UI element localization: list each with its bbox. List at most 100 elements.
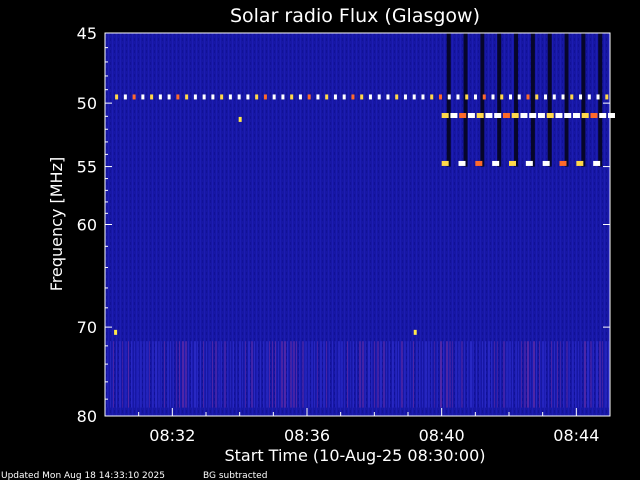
interference-stripe <box>329 341 330 408</box>
interference-stripe <box>386 341 387 408</box>
narrowband-mark <box>465 94 469 100</box>
interference-stripe <box>359 341 361 408</box>
interference-stripe <box>470 341 472 408</box>
interference-stripe <box>524 341 526 408</box>
interference-stripe <box>239 341 241 408</box>
narrowband-mark <box>123 94 127 100</box>
interference-stripe <box>539 341 540 408</box>
interference-stripe <box>467 341 468 408</box>
narrowband-mark <box>438 94 442 100</box>
narrowband-mark <box>342 94 346 100</box>
interference-stripe <box>443 341 444 408</box>
interference-stripe <box>374 341 375 408</box>
narrowband-mark <box>237 94 241 100</box>
interference-stripe <box>401 341 403 408</box>
y-tick-label: 60 <box>77 216 97 235</box>
interference-stripe <box>134 341 135 408</box>
interference-stripe <box>275 341 276 408</box>
interference-stripe <box>452 341 453 408</box>
narrowband-mark <box>115 94 119 100</box>
narrowband-mark <box>511 113 519 119</box>
interference-stripe <box>254 341 255 408</box>
narrowband-mark <box>529 113 537 119</box>
interference-stripe <box>530 341 531 408</box>
narrowband-mark <box>360 94 364 100</box>
interference-stripe <box>428 341 430 408</box>
narrowband-mark <box>325 94 329 100</box>
interference-stripe <box>587 341 589 408</box>
broadband-stripe <box>463 33 468 167</box>
narrowband-mark <box>412 94 416 100</box>
interference-stripe <box>512 341 513 408</box>
interference-stripe <box>449 341 451 408</box>
interference-stripe <box>119 341 121 408</box>
interference-stripe <box>419 341 420 408</box>
interference-stripe <box>494 341 495 408</box>
y-tick-label: 45 <box>77 24 97 43</box>
interference-stripe <box>410 341 411 408</box>
broadband-stripe <box>480 33 485 167</box>
interference-stripe <box>110 341 111 408</box>
broadband-stripe <box>446 33 451 167</box>
interference-stripe <box>317 341 318 408</box>
interference-stripe <box>188 341 189 408</box>
narrowband-mark <box>561 94 565 100</box>
interference-stripe <box>593 341 594 408</box>
interference-stripe <box>257 341 258 408</box>
footer-updated: Updated Mon Aug 18 14:33:10 2025 <box>1 471 165 480</box>
interference-stripe <box>368 341 370 408</box>
interference-stripe <box>320 341 322 408</box>
interference-stripe <box>122 341 123 408</box>
narrowband-mark <box>150 94 154 100</box>
interference-stripe <box>533 341 535 408</box>
interference-stripe <box>545 341 546 408</box>
narrowband-mark <box>500 94 504 100</box>
interference-stripe <box>164 341 165 408</box>
interference-stripe <box>356 341 357 408</box>
narrowband-mark <box>491 94 495 100</box>
interference-stripe <box>518 341 519 408</box>
interference-stripe <box>608 341 609 408</box>
interference-stripe <box>581 341 582 408</box>
x-tick-label: 08:36 <box>284 426 330 445</box>
interference-stripe <box>362 341 364 408</box>
interference-stripe <box>575 341 576 408</box>
x-axis-label: Start Time (10-Aug-25 08:30:00) <box>225 446 486 465</box>
interference-stripe <box>398 341 399 408</box>
narrowband-mark <box>368 94 372 100</box>
narrowband-mark <box>525 160 533 166</box>
interference-stripe <box>311 341 313 408</box>
interference-stripe <box>431 341 432 408</box>
interference-stripe <box>227 341 228 408</box>
narrowband-mark <box>593 160 601 166</box>
interference-stripe <box>176 341 177 408</box>
interference-stripe <box>332 341 333 408</box>
interference-stripe <box>455 341 457 408</box>
interference-stripe <box>497 341 498 408</box>
interference-stripe <box>503 341 505 408</box>
interference-stripe <box>554 341 555 408</box>
interference-stripe <box>551 341 552 408</box>
interference-stripe <box>353 341 354 408</box>
interference-stripe <box>491 341 492 408</box>
narrowband-mark <box>298 94 302 100</box>
interference-stripe <box>380 341 382 408</box>
narrowband-mark <box>607 113 615 119</box>
narrowband-mark <box>555 113 563 119</box>
interference-stripe <box>218 341 220 408</box>
interference-stripe <box>158 341 160 408</box>
interference-stripe <box>446 341 448 408</box>
y-axis-label: Frequency [MHz] <box>47 157 66 291</box>
interference-stripe <box>179 341 180 408</box>
interference-stripe <box>338 341 340 408</box>
interference-stripe <box>161 341 162 408</box>
interference-stripe <box>461 341 463 408</box>
interference-stripe <box>578 341 579 408</box>
interference-stripe <box>506 341 508 408</box>
narrowband-mark <box>467 113 475 119</box>
interference-stripe <box>566 341 568 408</box>
interference-stripe <box>590 341 592 408</box>
narrowband-mark <box>458 160 466 166</box>
narrowband-mark <box>494 113 502 119</box>
interference-stripe <box>599 341 601 408</box>
